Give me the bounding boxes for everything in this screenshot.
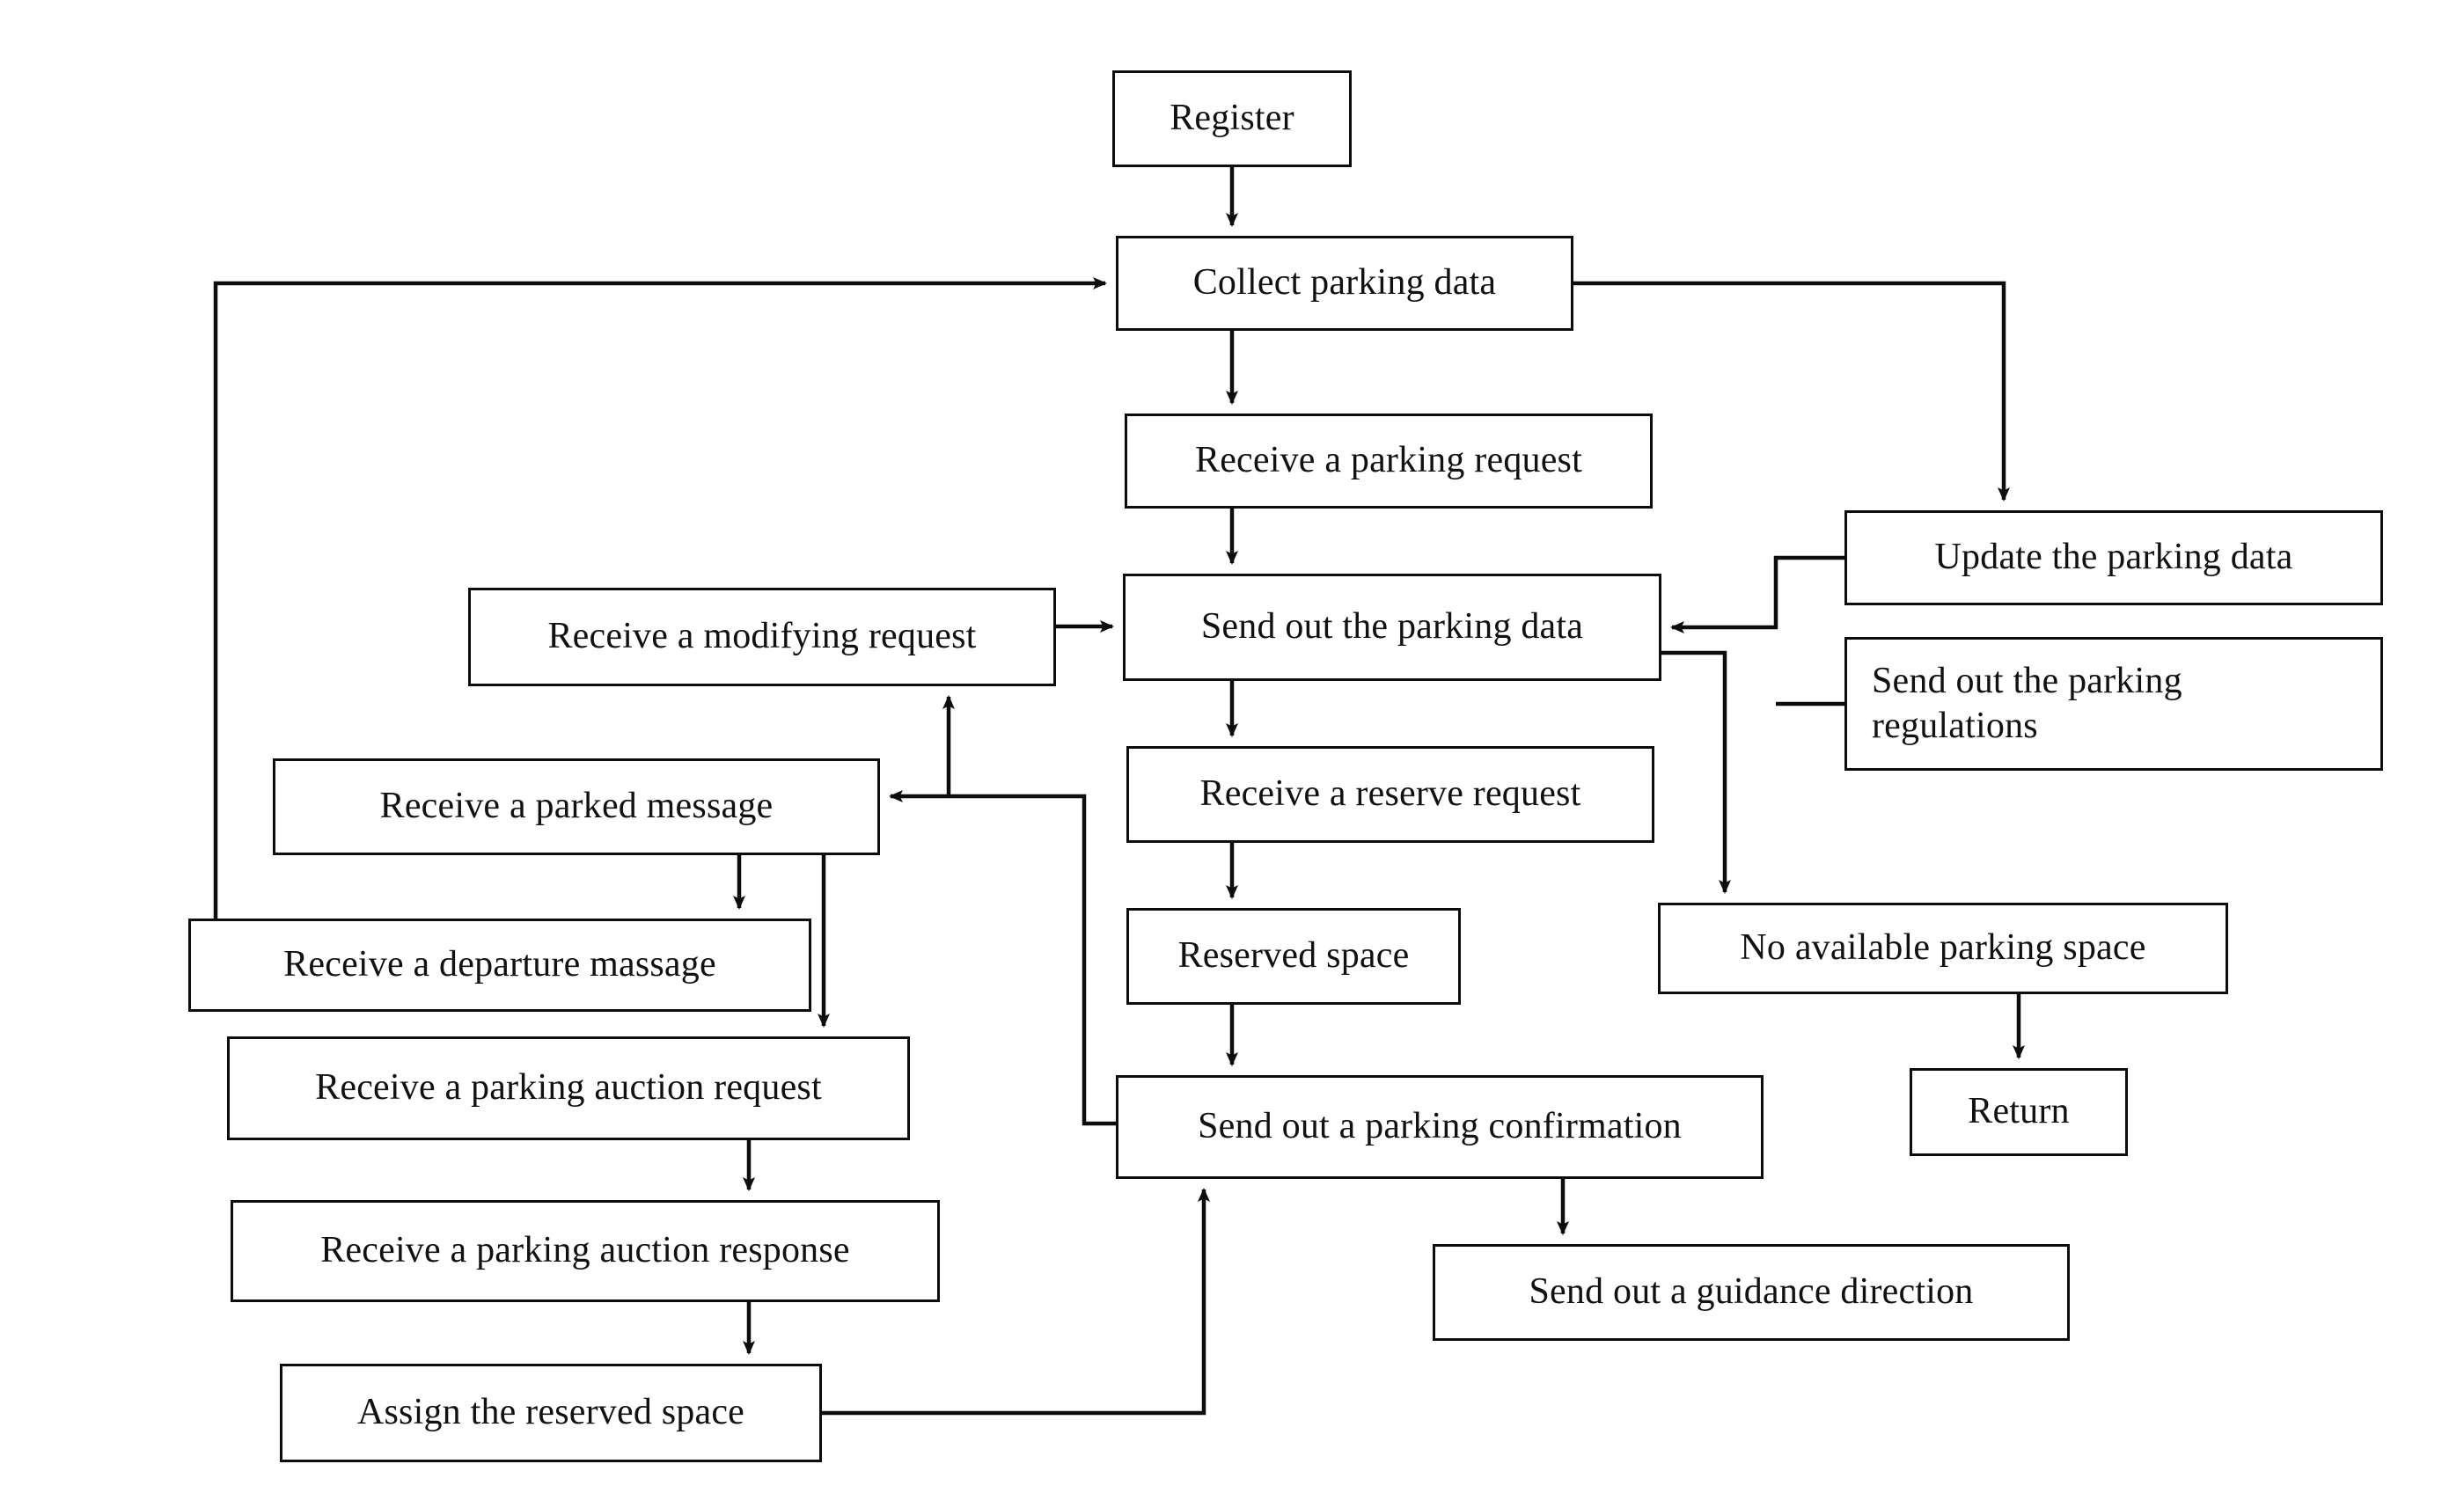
node-receive-parked-message-label: Receive a parked message: [379, 786, 774, 827]
node-receive-parked-message[interactable]: Receive a parked message: [273, 758, 880, 855]
node-send-parking-data-label: Send out the parking data: [1200, 606, 1584, 648]
node-register[interactable]: Register: [1112, 70, 1352, 167]
node-send-parking-regulations-label: Send out the parking regulations: [1872, 660, 2182, 746]
node-assign-reserved-space-label: Assign the reserved space: [356, 1392, 744, 1433]
node-receive-parking-auction-response-label: Receive a parking auction response: [320, 1230, 850, 1271]
node-receive-parking-auction-response[interactable]: Receive a parking auction response: [231, 1200, 940, 1302]
node-reserved-space[interactable]: Reserved space: [1126, 908, 1461, 1005]
node-register-label: Register: [1170, 98, 1294, 139]
node-send-parking-regulations[interactable]: Send out the parking regulations: [1844, 637, 2383, 771]
edge-send-confirmation-to-receive-parked-message: [889, 790, 1116, 1126]
edge-update-parking-data-to-send-parking-data: [1670, 555, 1844, 633]
node-collect-parking-data[interactable]: Collect parking data: [1116, 236, 1573, 331]
node-send-guidance-direction-label: Send out a guidance direction: [1529, 1271, 1974, 1313]
node-receive-reserve-request-label: Receive a reserve request: [1199, 773, 1581, 815]
node-send-parking-data[interactable]: Send out the parking data: [1123, 574, 1661, 681]
node-update-parking-data[interactable]: Update the parking data: [1844, 510, 2383, 605]
node-receive-modifying-request[interactable]: Receive a modifying request: [468, 588, 1056, 686]
node-send-parking-confirmation[interactable]: Send out a parking confirmation: [1116, 1075, 1764, 1179]
node-assign-reserved-space[interactable]: Assign the reserved space: [280, 1364, 822, 1462]
node-receive-parking-auction-request[interactable]: Receive a parking auction request: [227, 1036, 910, 1140]
node-receive-reserve-request[interactable]: Receive a reserve request: [1126, 746, 1654, 843]
node-send-parking-confirmation-label: Send out a parking confirmation: [1198, 1106, 1682, 1147]
node-update-parking-data-label: Update the parking data: [1934, 537, 2293, 578]
node-receive-parking-request-label: Receive a parking request: [1195, 440, 1582, 481]
node-return-label: Return: [1968, 1091, 2070, 1132]
node-receive-modifying-request-label: Receive a modifying request: [547, 616, 977, 657]
node-receive-departure-massage-label: Receive a departure massage: [283, 944, 716, 985]
node-receive-parking-request[interactable]: Receive a parking request: [1125, 414, 1653, 509]
node-no-available-parking-space[interactable]: No available parking space: [1658, 903, 2228, 994]
node-collect-parking-data-label: Collect parking data: [1192, 262, 1497, 304]
node-no-available-parking-space-label: No available parking space: [1740, 927, 2146, 969]
node-receive-parking-auction-request-label: Receive a parking auction request: [315, 1067, 822, 1109]
flowchart-canvas: Register Collect parking data Receive a …: [0, 0, 2464, 1508]
node-reserved-space-label: Reserved space: [1177, 935, 1410, 977]
node-return[interactable]: Return: [1910, 1068, 2128, 1156]
node-receive-departure-massage[interactable]: Receive a departure massage: [188, 919, 811, 1012]
edge-send-parking-data-to-no-available-space: [1661, 650, 1731, 894]
node-send-guidance-direction[interactable]: Send out a guidance direction: [1433, 1244, 2070, 1341]
